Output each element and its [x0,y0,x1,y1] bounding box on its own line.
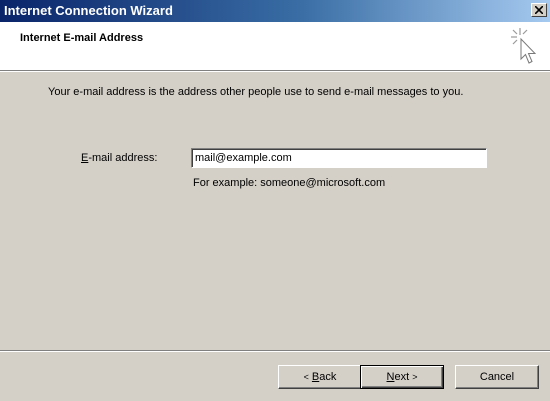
email-field[interactable] [191,148,487,168]
email-label: E-mail address: [81,152,157,164]
back-button[interactable]: < Back [278,365,362,389]
wizard-header: Internet E-mail Address [0,22,550,70]
example-text: For example: someone@microsoft.com [193,177,386,189]
next-arrow-icon: > [412,372,418,382]
next-label: ext [394,371,410,383]
back-arrow-icon: < [303,372,309,382]
page-title: Internet E-mail Address [20,32,144,44]
cursor-sparkle-icon [511,28,537,64]
email-label-text: -mail address: [88,152,158,164]
close-button[interactable] [531,3,547,17]
close-icon [535,6,543,14]
title-bar[interactable]: Internet Connection Wizard [0,0,550,22]
back-label: ack [319,371,337,383]
intro-text: Your e-mail address is the address other… [48,86,464,98]
cancel-button[interactable]: Cancel [455,365,539,389]
window-title: Internet Connection Wizard [4,3,173,18]
header-divider [0,70,550,72]
footer-divider [0,350,550,352]
wizard-window: Internet Connection Wizard Internet E-ma… [0,0,550,401]
next-button[interactable]: Next > [360,365,444,389]
